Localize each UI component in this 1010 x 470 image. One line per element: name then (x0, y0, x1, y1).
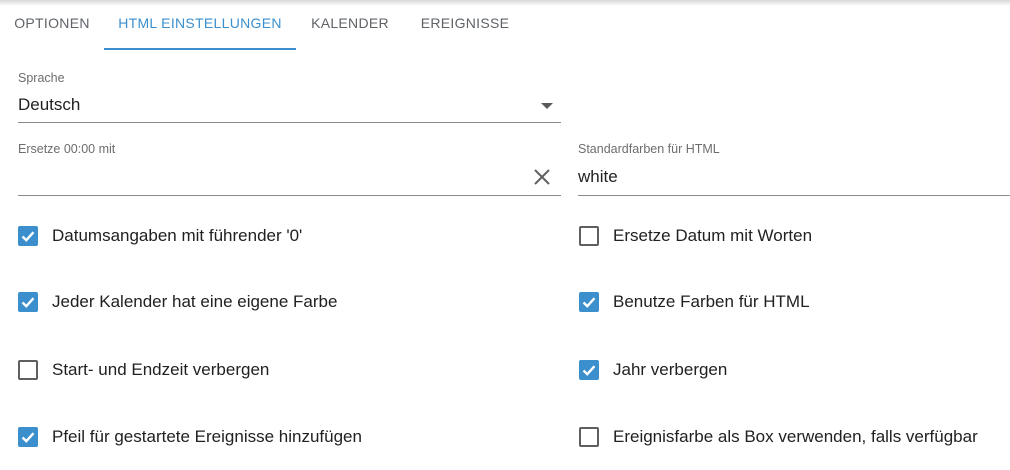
active-tab-indicator (104, 48, 296, 50)
checkbox-hide-start-end-time[interactable]: Start- und Endzeit verbergen (18, 357, 548, 385)
replace-midnight-field[interactable]: Ersetze 00:00 mit (18, 138, 561, 196)
language-underline (18, 122, 561, 123)
replace-midnight-label: Ersetze 00:00 mit (18, 142, 116, 156)
checkbox-box[interactable] (18, 427, 38, 447)
tab-ereignisse[interactable]: EREIGNISSE (404, 0, 526, 50)
chevron-down-icon[interactable] (541, 103, 553, 109)
checkbox-event-color-box[interactable]: Ereignisfarbe als Box verwenden, falls v… (579, 424, 1009, 452)
tab-label: EREIGNISSE (420, 15, 510, 31)
language-select[interactable]: Sprache Deutsch (18, 66, 561, 124)
close-icon[interactable] (533, 168, 551, 186)
check-icon (21, 297, 35, 308)
check-icon (21, 432, 35, 443)
checkbox-arrow-started-events[interactable]: Pfeil für gestartete Ereignisse hinzufüg… (18, 424, 548, 452)
checkbox-label: Ersetze Datum mit Worten (613, 226, 813, 245)
checkbox-box[interactable] (18, 226, 38, 246)
checkbox-box[interactable] (579, 427, 599, 447)
check-icon (582, 297, 596, 308)
language-label: Sprache (18, 71, 65, 85)
tab-html-einstellungen[interactable]: HTML EINSTELLUNGEN (104, 0, 296, 50)
checkbox-label: Start- und Endzeit verbergen (52, 360, 270, 379)
replace-midnight-underline (18, 195, 561, 196)
language-value: Deutsch (18, 95, 81, 114)
default-colors-value[interactable]: white (578, 167, 618, 187)
checkbox-box[interactable] (579, 292, 599, 312)
checkbox-label: Datumsangaben mit führender '0' (52, 226, 303, 245)
checkbox-label: Ereignisfarbe als Box verwenden, falls v… (613, 427, 978, 446)
checkbox-box[interactable] (18, 360, 38, 380)
checkbox-hide-year[interactable]: Jahr verbergen (579, 357, 1009, 385)
tab-bar: OPTIONEN HTML EINSTELLUNGEN KALENDER ERE… (0, 0, 1010, 50)
tab-optionen[interactable]: OPTIONEN (0, 0, 104, 50)
checkbox-box[interactable] (579, 226, 599, 246)
tab-label: HTML EINSTELLUNGEN (118, 15, 282, 31)
checkbox-use-html-colors[interactable]: Benutze Farben für HTML (579, 289, 1009, 317)
tab-label: OPTIONEN (14, 15, 90, 31)
checkbox-calendar-own-color[interactable]: Jeder Kalender hat eine eigene Farbe (18, 289, 548, 317)
tab-label: KALENDER (311, 15, 389, 31)
checkbox-leading-zero[interactable]: Datumsangaben mit führender '0' (18, 223, 548, 251)
default-colors-label: Standardfarben für HTML (578, 142, 720, 156)
checkbox-label: Jeder Kalender hat eine eigene Farbe (52, 292, 338, 311)
default-colors-field[interactable]: Standardfarben für HTML white (578, 138, 1010, 196)
default-colors-underline (578, 195, 1010, 196)
tab-kalender[interactable]: KALENDER (298, 0, 402, 50)
check-icon (21, 231, 35, 242)
checkbox-box[interactable] (18, 292, 38, 312)
checkbox-box[interactable] (579, 360, 599, 380)
checkbox-label: Jahr verbergen (613, 360, 728, 379)
checkbox-label: Pfeil für gestartete Ereignisse hinzufüg… (52, 427, 362, 446)
checkbox-label: Benutze Farben für HTML (613, 292, 810, 311)
check-icon (582, 365, 596, 376)
checkbox-replace-date-words[interactable]: Ersetze Datum mit Worten (579, 223, 1009, 251)
